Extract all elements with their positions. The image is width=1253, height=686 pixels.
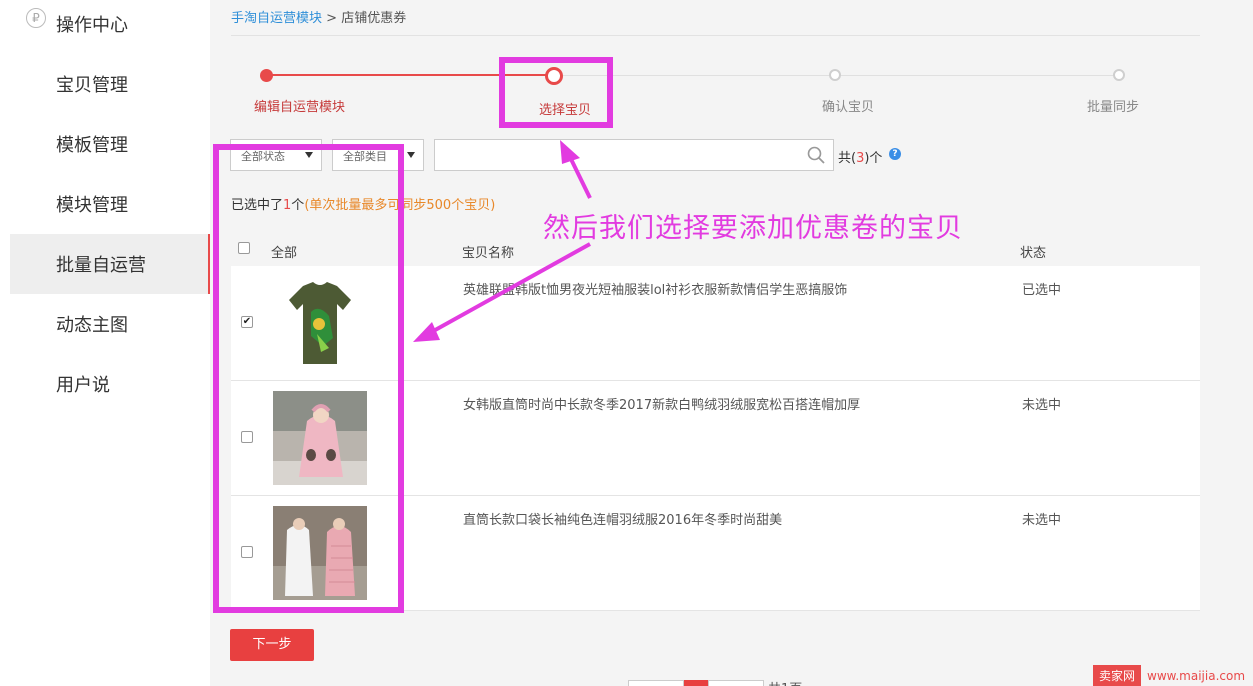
watermark-logo: 卖家网: [1093, 665, 1142, 686]
sidebar-item-dynamic-main-image[interactable]: 动态主图: [10, 294, 210, 354]
sidebar-item-label: 宝贝管理: [56, 75, 128, 96]
sidebar-item-item-management[interactable]: 宝贝管理: [10, 54, 210, 114]
search-icon[interactable]: [807, 146, 825, 164]
count-suffix: )个: [864, 151, 883, 166]
step-dot-done: [260, 69, 273, 82]
help-icon[interactable]: ?: [889, 148, 901, 160]
step-dot-confirm: [829, 69, 841, 81]
breadcrumb: 手淘自运营模块 > 店铺优惠券: [231, 7, 406, 26]
count-prefix: 共(: [838, 151, 857, 166]
step-label-edit-module: 编辑自运营模块: [254, 100, 346, 115]
result-count: 共(3)个: [838, 147, 882, 166]
sidebar-item-label: 动态主图: [56, 315, 128, 336]
chevron-down-icon: [407, 152, 415, 158]
sidebar-item-ops-center[interactable]: ₽ 操作中心: [10, 0, 210, 54]
row-status: 未选中: [1022, 513, 1062, 528]
next-step-button[interactable]: 下一步: [230, 629, 314, 661]
column-header-item-name: 宝贝名称: [462, 246, 515, 261]
sidebar-item-module-management[interactable]: 模块管理: [10, 174, 210, 234]
breadcrumb-current: 店铺优惠券: [341, 11, 407, 26]
sidebar-item-template-management[interactable]: 模板管理: [10, 114, 210, 174]
pagination-prev[interactable]: [628, 680, 684, 686]
breadcrumb-parent-link[interactable]: 手淘自运营模块: [231, 11, 322, 26]
step-label-batch-sync: 批量同步: [1087, 100, 1140, 115]
product-title[interactable]: 直筒长款口袋长袖纯色连帽羽绒服2016年冬季时尚甜美: [463, 509, 782, 528]
product-title[interactable]: 女韩版直筒时尚中长款冬季2017新款白鸭绒羽绒服宽松百搭连帽加厚: [463, 394, 860, 413]
row-status: 已选中: [1022, 283, 1062, 298]
watermark: 卖家网 www.maijia.com: [1093, 665, 1245, 686]
ops-center-icon: ₽: [26, 8, 46, 28]
row-status: 未选中: [1022, 398, 1062, 413]
column-header-status: 状态: [1020, 246, 1047, 261]
search-input[interactable]: [434, 139, 834, 171]
sidebar-item-label: 模板管理: [56, 135, 128, 156]
step-label-confirm-items: 确认宝贝: [822, 100, 875, 115]
watermark-url: www.maijia.com: [1147, 668, 1246, 683]
pagination-next[interactable]: [708, 680, 764, 686]
pagination-current-page[interactable]: [684, 680, 708, 686]
pagination-total: 共1页: [768, 678, 802, 686]
annotation-box-step: [499, 57, 613, 128]
sidebar-item-label: 操作中心: [56, 15, 128, 36]
sidebar-item-label: 模块管理: [56, 195, 128, 216]
sidebar-item-label: 批量自运营: [56, 255, 146, 276]
breadcrumb-separator: >: [326, 11, 338, 26]
sidebar-item-user-says[interactable]: 用户说: [10, 354, 210, 414]
product-title[interactable]: 英雄联盟韩版t恤男夜光短袖服装lol衬衫衣服新款情侣学生恶搞服饰: [463, 279, 847, 298]
annotation-text: 然后我们选择要添加优惠卷的宝贝: [543, 213, 963, 244]
annotation-box-checkboxes: [213, 144, 404, 613]
sidebar-item-batch-self-operation[interactable]: 批量自运营: [10, 234, 210, 294]
sidebar: ₽ 操作中心 宝贝管理 模板管理 模块管理 批量自运营 动态主图 用户说: [0, 0, 210, 686]
sidebar-item-label: 用户说: [56, 375, 110, 396]
breadcrumb-divider: [231, 35, 1200, 36]
step-dot-sync: [1113, 69, 1125, 81]
